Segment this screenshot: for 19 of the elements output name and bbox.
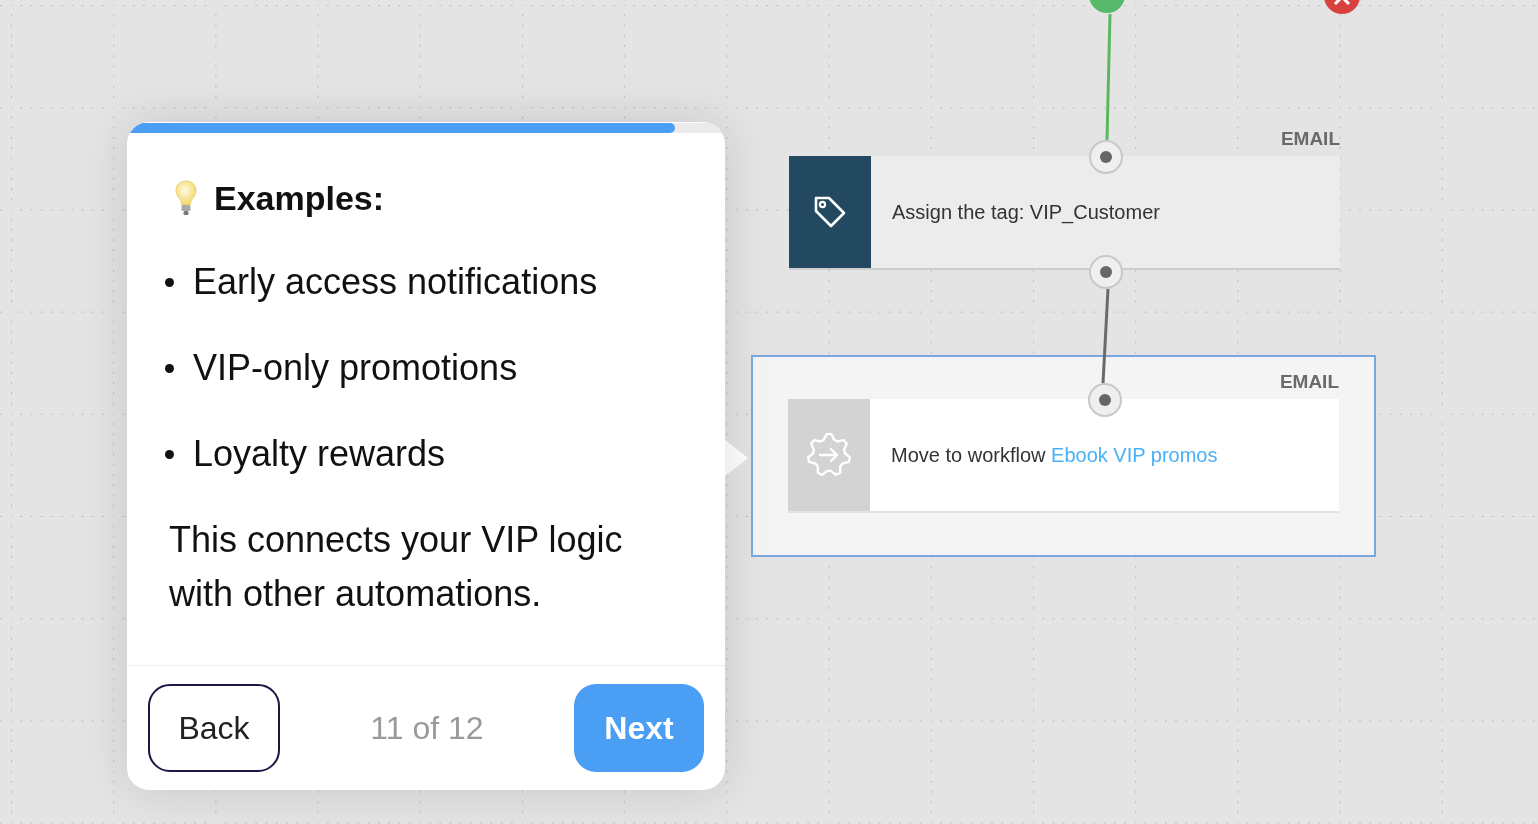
action-node[interactable]: Assign the tag: VIP_Customer: [789, 156, 1340, 270]
node-text: Assign the tag: VIP_Customer: [892, 200, 1160, 225]
bullet-icon: [165, 449, 174, 459]
bullet-icon: [165, 363, 174, 373]
tag-icon: [813, 195, 847, 229]
list-item: Loyalty rewards: [193, 434, 446, 474]
channel-label: EMAIL: [1279, 370, 1339, 394]
action-node[interactable]: Move to workflow Ebook VIP promos: [788, 399, 1339, 513]
gear-arrow-icon: [805, 431, 853, 479]
back-button[interactable]: Back: [148, 684, 280, 772]
channel-label: EMAIL: [1280, 127, 1340, 151]
bullet-icon: [165, 277, 174, 287]
list-item: Early access notifications: [193, 262, 598, 302]
node-text: Move to workflow Ebook VIP promos: [891, 443, 1218, 468]
lightbulb-icon: [175, 180, 197, 216]
list-item: VIP-only promotions: [193, 348, 518, 388]
popover-text: This connects your VIP logic with other automations.: [169, 518, 624, 616]
popover-title: Examples:: [214, 178, 385, 218]
step-counter: 11 of 12: [370, 709, 484, 747]
